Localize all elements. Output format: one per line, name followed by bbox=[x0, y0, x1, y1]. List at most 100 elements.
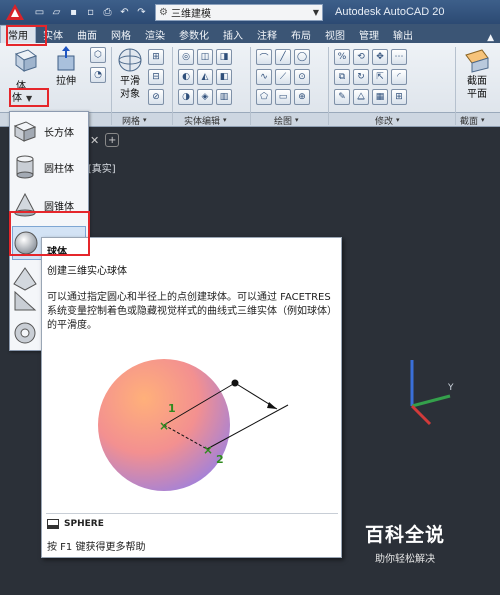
wedge-icon bbox=[14, 290, 37, 311]
dropdown-item-box[interactable]: 长方体 bbox=[12, 114, 86, 148]
separate-icon[interactable]: ◧ bbox=[216, 69, 232, 85]
panel-label-solid-edit[interactable]: 实体编辑 ▾ bbox=[184, 113, 227, 127]
pen-icon[interactable]: ✎ bbox=[334, 89, 350, 105]
box-button[interactable] bbox=[12, 46, 40, 74]
move-icon[interactable]: ✥ bbox=[372, 49, 388, 65]
chevron-down-icon: ▼ bbox=[312, 7, 320, 17]
panel-label-section[interactable]: 截面 ▾ bbox=[460, 113, 485, 127]
intersect-icon[interactable]: ◑ bbox=[178, 89, 194, 105]
mesh-refine-icon[interactable]: ⊟ bbox=[148, 69, 164, 85]
panel-divider bbox=[250, 47, 251, 125]
new-file-icon[interactable]: ▭ bbox=[32, 5, 47, 20]
point-2-label: 2 bbox=[216, 453, 224, 466]
tab-manage[interactable]: 管理 bbox=[352, 25, 386, 43]
section-plane-icon bbox=[465, 49, 489, 73]
tooltip-command: SPHERE bbox=[47, 519, 104, 529]
dropdown-item-label: 长方体 bbox=[44, 127, 74, 139]
rectangle-icon[interactable]: ▭ bbox=[275, 89, 291, 105]
application-menu-button[interactable] bbox=[0, 0, 30, 24]
radius-marker-icon: × bbox=[203, 443, 213, 457]
chevron-down-icon[interactable]: ▼ bbox=[26, 94, 32, 103]
save-icon[interactable]: ▪ bbox=[66, 5, 81, 20]
spline-icon[interactable]: ∿ bbox=[256, 69, 272, 85]
chevron-down-icon: ▾ bbox=[396, 116, 400, 124]
redo-icon[interactable]: ↷ bbox=[134, 5, 149, 20]
ribbon-minimize-icon[interactable]: ▲ bbox=[487, 33, 500, 43]
sphere-tooltip: 球体 创建三维实心球体 可以通过指定圆心和半径上的点创建球体。可以通过 FACE… bbox=[41, 237, 342, 558]
ellipse-icon[interactable]: ⊙ bbox=[294, 69, 310, 85]
panel-divider bbox=[455, 47, 456, 125]
undo-icon[interactable]: ↶ bbox=[117, 5, 132, 20]
subtract-icon[interactable]: ◐ bbox=[178, 69, 194, 85]
tab-view[interactable]: 视图 bbox=[318, 25, 352, 43]
3d-rotate-icon[interactable]: ⟲ bbox=[353, 49, 369, 65]
shell-icon[interactable]: ▥ bbox=[216, 89, 232, 105]
smooth-object-button[interactable]: 平滑 对象 bbox=[116, 46, 144, 100]
watermark-sub: 助你轻松解决 bbox=[375, 554, 435, 565]
cut-label-line2: 平面 bbox=[467, 89, 487, 100]
tab-mesh[interactable]: 网格 bbox=[104, 25, 138, 43]
panel-divider bbox=[111, 47, 112, 125]
trim-icon[interactable]: ⋯ bbox=[391, 49, 407, 65]
array-icon[interactable]: ▦ bbox=[372, 89, 388, 105]
tab-surface[interactable]: 曲面 bbox=[70, 25, 104, 43]
mesh-box-icon[interactable]: ⊞ bbox=[148, 49, 164, 65]
box-short-label: 体 bbox=[12, 93, 22, 104]
panel-label-mesh[interactable]: 网格 ▾ bbox=[122, 113, 147, 127]
tab-output[interactable]: 输出 bbox=[386, 25, 420, 43]
tooltip-help: 按 F1 键获得更多帮助 bbox=[47, 542, 146, 553]
tab-layout[interactable]: 布局 bbox=[284, 25, 318, 43]
svg-text:Y: Y bbox=[447, 383, 454, 393]
mesh-crease-icon[interactable]: ⊘ bbox=[148, 89, 164, 105]
box-icon bbox=[13, 121, 37, 142]
circle-icon[interactable]: ◯ bbox=[294, 49, 310, 65]
slice-icon[interactable]: ◭ bbox=[197, 69, 213, 85]
cut-label-line1: 截面 bbox=[467, 76, 487, 87]
union-icon[interactable]: ◎ bbox=[178, 49, 194, 65]
command-name: SPHERE bbox=[64, 519, 104, 529]
scale-icon[interactable]: ⇱ bbox=[372, 69, 388, 85]
ucs-axes-icon: Y bbox=[410, 360, 454, 426]
sweep-icon[interactable]: ◔ bbox=[90, 67, 106, 83]
grid-icon[interactable]: ⊞ bbox=[391, 89, 407, 105]
presspull-icon[interactable]: ⬡ bbox=[90, 47, 106, 63]
extract-edges-icon[interactable]: ◫ bbox=[197, 49, 213, 65]
tooltip-divider bbox=[46, 513, 338, 514]
mirror-icon[interactable]: ⧋ bbox=[353, 89, 369, 105]
tab-parametric[interactable]: 参数化 bbox=[172, 25, 216, 43]
new-tab-icon[interactable]: + bbox=[105, 133, 120, 147]
line-icon[interactable]: ╱ bbox=[275, 49, 291, 65]
dropdown-item-cylinder[interactable]: 圆柱体 bbox=[12, 150, 86, 184]
ribbon-tab-bar: 常用 实体 曲面 网格 渲染 参数化 插入 注释 布局 视图 管理 输出 ▲ bbox=[0, 24, 500, 43]
copy-icon[interactable]: ⧉ bbox=[334, 69, 350, 85]
fillet-icon[interactable]: ◜ bbox=[391, 69, 407, 85]
ucs-draw-icon[interactable]: ⊕ bbox=[294, 89, 310, 105]
rotate-icon[interactable]: ↻ bbox=[353, 69, 369, 85]
smooth-label-line1: 平滑 bbox=[120, 76, 140, 87]
open-file-icon[interactable]: ▱ bbox=[49, 5, 64, 20]
section-plane-button[interactable]: 截面 平面 bbox=[463, 46, 491, 100]
panel-label-draw[interactable]: 绘图 ▾ bbox=[274, 113, 299, 127]
highlight-sphere-item bbox=[9, 211, 90, 256]
file-tabs: ✕ + bbox=[90, 131, 120, 149]
panel-label-modify[interactable]: 修改 ▾ bbox=[375, 113, 400, 127]
polyline-icon[interactable]: ⌒ bbox=[256, 49, 272, 65]
point-1-label: 1 bbox=[168, 402, 176, 415]
thicken-icon[interactable]: ◈ bbox=[197, 89, 213, 105]
extrude-icon bbox=[57, 46, 75, 71]
percent-icon[interactable]: % bbox=[334, 49, 350, 65]
title-bar: ▭ ▱ ▪ ▫ ⎙ ↶ ↷ ⚙ 三维建模 ▼ Autodesk AutoCAD … bbox=[0, 0, 500, 24]
extrude-face-icon[interactable]: ◨ bbox=[216, 49, 232, 65]
close-icon[interactable]: ✕ bbox=[90, 134, 99, 147]
tab-render[interactable]: 渲染 bbox=[138, 25, 172, 43]
polygon-icon[interactable]: ⬠ bbox=[256, 89, 272, 105]
modify-tools: % ⟲ ✥ ⋯ ⧉ ↻ ⇱ ◜ ✎ ⧋ ▦ ⊞ bbox=[334, 49, 407, 105]
tab-annotate[interactable]: 注释 bbox=[250, 25, 284, 43]
workspace-select[interactable]: ⚙ 三维建模 ▼ bbox=[155, 3, 323, 21]
extrude-button[interactable]: 拉伸 bbox=[52, 46, 80, 87]
smooth-label-line2: 对象 bbox=[120, 89, 140, 100]
tab-insert[interactable]: 插入 bbox=[216, 25, 250, 43]
3dpolyline-icon[interactable]: ⟋ bbox=[275, 69, 291, 85]
save-as-icon[interactable]: ▫ bbox=[83, 5, 98, 20]
print-icon[interactable]: ⎙ bbox=[100, 5, 115, 20]
